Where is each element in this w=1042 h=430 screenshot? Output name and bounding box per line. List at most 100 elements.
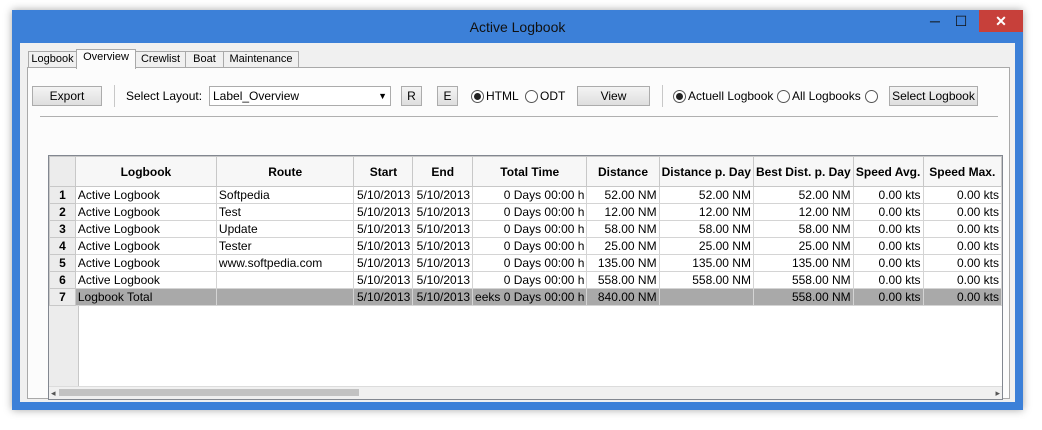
table-row[interactable]: 5 Active Logbook www.softpedia.com 5/10/… bbox=[49, 254, 1002, 272]
cell-total-time[interactable]: 0 Days 00:00 h bbox=[472, 271, 588, 289]
cell-logbook[interactable]: Active Logbook bbox=[74, 186, 217, 204]
cell-route[interactable]: Softpedia bbox=[215, 186, 355, 204]
cell-distance[interactable]: 558.00 NM bbox=[586, 271, 660, 289]
table-row[interactable]: 2 Active Logbook Test 5/10/2013 5/10/201… bbox=[49, 203, 1002, 221]
cell-best-distance[interactable]: 558.00 NM bbox=[752, 271, 854, 289]
cell-total-time[interactable]: 0 Days 00:00 h bbox=[472, 237, 588, 255]
cell-end[interactable]: 5/10/2013 bbox=[412, 203, 474, 221]
row-number[interactable]: 2 bbox=[49, 203, 76, 221]
view-button[interactable]: View bbox=[577, 86, 650, 106]
select-logbook-radio[interactable] bbox=[865, 90, 878, 103]
cell-distance-per-day[interactable]: 558.00 NM bbox=[658, 271, 754, 289]
row-number[interactable]: 4 bbox=[49, 237, 76, 255]
row-number[interactable]: 6 bbox=[49, 271, 76, 289]
cell-speed-avg[interactable]: 0.00 kts bbox=[852, 186, 924, 204]
cell-speed-avg[interactable]: 0.00 kts bbox=[852, 237, 924, 255]
cell-distance[interactable]: 52.00 NM bbox=[586, 186, 660, 204]
cell-speed-avg[interactable]: 0.00 kts bbox=[852, 254, 924, 272]
horizontal-scrollbar[interactable]: ◂ ▸ bbox=[49, 386, 1002, 399]
cell-speed-max[interactable]: 0.00 kts bbox=[922, 288, 1002, 306]
cell-speed-max[interactable]: 0.00 kts bbox=[922, 186, 1002, 204]
tab-maintenance[interactable]: Maintenance bbox=[223, 51, 299, 68]
cell-best-distance[interactable]: 558.00 NM bbox=[752, 288, 854, 306]
odt-radio[interactable] bbox=[525, 90, 538, 103]
cell-speed-max[interactable]: 0.00 kts bbox=[922, 237, 1002, 255]
cell-logbook[interactable]: Active Logbook bbox=[74, 271, 217, 289]
cell-total-time[interactable]: eeks 0 Days 00:00 h bbox=[472, 288, 588, 306]
column-header-total-time[interactable]: Total Time bbox=[472, 156, 588, 187]
export-button[interactable]: Export bbox=[32, 86, 102, 106]
scroll-right-icon[interactable]: ▸ bbox=[995, 387, 1000, 399]
cell-distance-per-day[interactable] bbox=[658, 288, 754, 306]
column-header-distance-per-day[interactable]: Distance p. Day bbox=[658, 156, 754, 187]
cell-logbook[interactable]: Active Logbook bbox=[74, 237, 217, 255]
tab-crewlist[interactable]: Crewlist bbox=[135, 51, 186, 68]
cell-start[interactable]: 5/10/2013 bbox=[353, 220, 414, 238]
cell-best-distance[interactable]: 25.00 NM bbox=[752, 237, 854, 255]
cell-logbook[interactable]: Active Logbook bbox=[74, 220, 217, 238]
all-logbooks-radio[interactable] bbox=[777, 90, 790, 103]
cell-distance-per-day[interactable]: 25.00 NM bbox=[658, 237, 754, 255]
cell-distance[interactable]: 12.00 NM bbox=[586, 203, 660, 221]
row-number[interactable]: 5 bbox=[49, 254, 76, 272]
table-row[interactable]: 1 Active Logbook Softpedia 5/10/2013 5/1… bbox=[49, 186, 1002, 204]
r-button[interactable]: R bbox=[401, 86, 422, 106]
html-radio[interactable] bbox=[471, 90, 484, 103]
cell-start[interactable]: 5/10/2013 bbox=[353, 186, 414, 204]
column-header-best-distance-per-day[interactable]: Best Dist. p. Day bbox=[752, 156, 854, 187]
cell-route[interactable] bbox=[215, 288, 355, 306]
cell-speed-avg[interactable]: 0.00 kts bbox=[852, 220, 924, 238]
cell-end[interactable]: 5/10/2013 bbox=[412, 254, 474, 272]
column-header-route[interactable]: Route bbox=[215, 156, 355, 187]
close-button[interactable]: ✕ bbox=[979, 10, 1023, 32]
title-bar[interactable]: Active Logbook ─ ☐ ✕ bbox=[12, 10, 1023, 43]
cell-route[interactable]: www.softpedia.com bbox=[215, 254, 355, 272]
cell-total-time[interactable]: 0 Days 00:00 h bbox=[472, 254, 588, 272]
cell-route[interactable]: Test bbox=[215, 203, 355, 221]
cell-speed-max[interactable]: 0.00 kts bbox=[922, 220, 1002, 238]
cell-speed-avg[interactable]: 0.00 kts bbox=[852, 288, 924, 306]
cell-distance[interactable]: 25.00 NM bbox=[586, 237, 660, 255]
cell-route[interactable]: Tester bbox=[215, 237, 355, 255]
tab-overview[interactable]: Overview bbox=[76, 49, 136, 69]
cell-distance-per-day[interactable]: 58.00 NM bbox=[658, 220, 754, 238]
e-button[interactable]: E bbox=[437, 86, 458, 106]
layout-select[interactable]: Label_Overview ▼ bbox=[209, 86, 391, 106]
cell-distance-per-day[interactable]: 135.00 NM bbox=[658, 254, 754, 272]
column-header-distance[interactable]: Distance bbox=[586, 156, 660, 187]
column-header-end[interactable]: End bbox=[412, 156, 474, 187]
cell-speed-max[interactable]: 0.00 kts bbox=[922, 271, 1002, 289]
cell-speed-max[interactable]: 0.00 kts bbox=[922, 254, 1002, 272]
cell-best-distance[interactable]: 12.00 NM bbox=[752, 203, 854, 221]
cell-distance[interactable]: 58.00 NM bbox=[586, 220, 660, 238]
scroll-left-icon[interactable]: ◂ bbox=[51, 387, 56, 399]
tab-logbook[interactable]: Logbook bbox=[28, 51, 77, 68]
cell-logbook[interactable]: Active Logbook bbox=[74, 203, 217, 221]
tab-boat[interactable]: Boat bbox=[185, 51, 224, 68]
cell-start[interactable]: 5/10/2013 bbox=[353, 254, 414, 272]
overview-grid[interactable]: Logbook Route Start End Total Time Dista… bbox=[48, 155, 1003, 400]
cell-distance[interactable]: 840.00 NM bbox=[586, 288, 660, 306]
cell-end[interactable]: 5/10/2013 bbox=[412, 220, 474, 238]
cell-start[interactable]: 5/10/2013 bbox=[353, 203, 414, 221]
cell-speed-avg[interactable]: 0.00 kts bbox=[852, 203, 924, 221]
column-header-logbook[interactable]: Logbook bbox=[74, 156, 217, 187]
column-header-speed-avg[interactable]: Speed Avg. bbox=[852, 156, 924, 187]
table-row[interactable]: 6 Active Logbook 5/10/2013 5/10/2013 0 D… bbox=[49, 271, 1002, 289]
cell-route[interactable] bbox=[215, 271, 355, 289]
cell-distance-per-day[interactable]: 52.00 NM bbox=[658, 186, 754, 204]
row-number[interactable]: 7 bbox=[49, 288, 76, 306]
cell-start[interactable]: 5/10/2013 bbox=[353, 271, 414, 289]
cell-route[interactable]: Update bbox=[215, 220, 355, 238]
table-row[interactable]: 3 Active Logbook Update 5/10/2013 5/10/2… bbox=[49, 220, 1002, 238]
cell-speed-avg[interactable]: 0.00 kts bbox=[852, 271, 924, 289]
cell-best-distance[interactable]: 58.00 NM bbox=[752, 220, 854, 238]
column-header-speed-max[interactable]: Speed Max. bbox=[922, 156, 1002, 187]
column-header-start[interactable]: Start bbox=[353, 156, 414, 187]
row-number[interactable]: 3 bbox=[49, 220, 76, 238]
cell-speed-max[interactable]: 0.00 kts bbox=[922, 203, 1002, 221]
cell-end[interactable]: 5/10/2013 bbox=[412, 271, 474, 289]
cell-distance-per-day[interactable]: 12.00 NM bbox=[658, 203, 754, 221]
row-number[interactable]: 1 bbox=[49, 186, 76, 204]
cell-total-time[interactable]: 0 Days 00:00 h bbox=[472, 220, 588, 238]
